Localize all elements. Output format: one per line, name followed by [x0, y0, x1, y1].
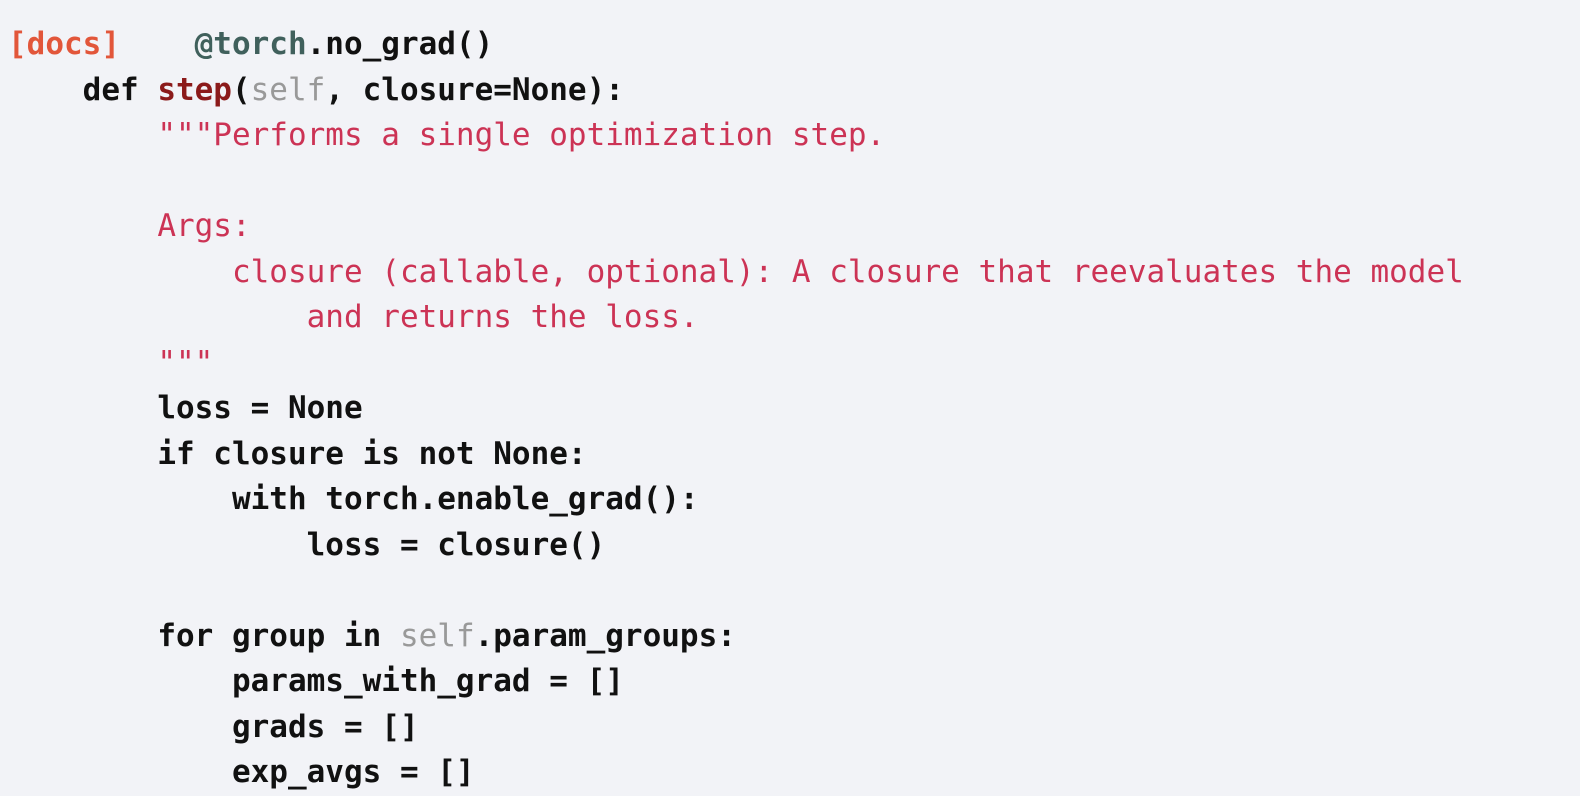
code-line: with torch.enable_grad(): — [0, 477, 1580, 523]
code-token: params_with_grad = [] — [231, 663, 624, 699]
source-code-block: [docs] @torch.no_grad() def step(self, c… — [0, 0, 1580, 796]
code-line: """Performs a single optimization step. — [0, 113, 1580, 159]
code-line — [0, 568, 1580, 614]
code-line: loss = None — [0, 386, 1580, 432]
code-line: for group in self.param_groups: — [0, 614, 1580, 660]
docstring-token: and returns the loss. — [306, 299, 699, 335]
keyword-token: for group in — [157, 617, 400, 654]
code-token: if closure is not None: — [157, 435, 587, 472]
keyword-token: def — [82, 71, 158, 108]
code-line: and returns the loss. — [0, 295, 1580, 341]
code-line — [0, 159, 1580, 205]
docstring-token: Args: — [157, 208, 251, 244]
code-line: closure (callable, optional): A closure … — [0, 250, 1580, 296]
code-line: params_with_grad = [] — [0, 659, 1580, 705]
code-line: """ — [0, 341, 1580, 387]
code-line: [docs] @torch.no_grad() — [0, 22, 1580, 68]
code-line: if closure is not None: — [0, 432, 1580, 478]
self-param-token: self — [399, 617, 475, 654]
docstring-token: """ — [157, 344, 214, 381]
code-token: ( — [231, 71, 251, 108]
code-surface: [docs] @torch.no_grad() def step(self, c… — [0, 0, 1580, 796]
code-line: loss = closure() — [0, 523, 1580, 569]
code-line: exp_avgs = [] — [0, 750, 1580, 796]
docs-anchor-link[interactable]: [docs] — [8, 26, 120, 62]
code-line: grads = [] — [0, 705, 1580, 751]
code-token: , closure=None): — [325, 71, 624, 108]
code-token: .param_groups: — [474, 617, 736, 654]
code-token: loss = None — [157, 390, 363, 426]
code-token: loss = closure() — [306, 526, 606, 563]
decorator-token: @torch — [194, 26, 307, 62]
code-line: def step(self, closure=None): — [0, 68, 1580, 114]
code-token: exp_avgs = [] — [231, 754, 475, 790]
code-token: grads = [] — [231, 708, 419, 745]
docstring-token: closure (callable, optional): A closure … — [231, 253, 1464, 290]
docstring-token: """Performs a single optimization step. — [157, 117, 886, 153]
code-line: Args: — [0, 204, 1580, 250]
code-token: with torch.enable_grad(): — [231, 481, 699, 517]
self-param-token: self — [250, 71, 326, 108]
code-token: .no_grad() — [306, 26, 494, 62]
function-name-token: step — [157, 71, 232, 108]
